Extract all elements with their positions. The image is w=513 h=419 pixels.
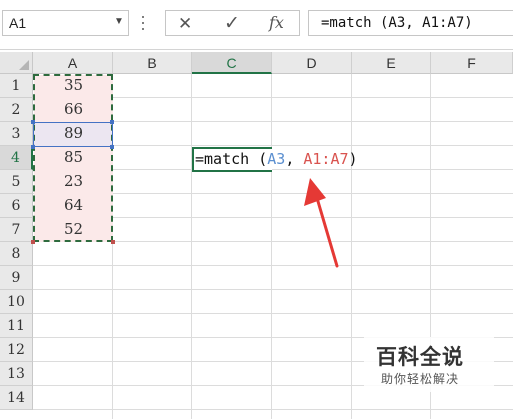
watermark-subtitle: 助你轻松解决 — [381, 372, 460, 386]
arrow-head — [304, 178, 326, 206]
arrow-shaft — [315, 196, 339, 268]
watermark-title: 百科全说 — [376, 345, 464, 369]
